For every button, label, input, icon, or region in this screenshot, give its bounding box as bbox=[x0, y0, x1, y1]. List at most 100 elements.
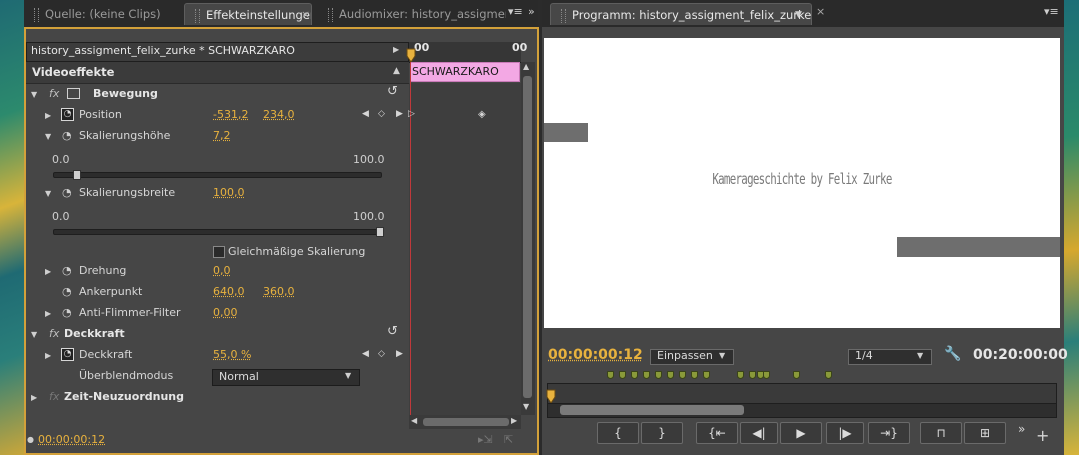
add-button-icon[interactable]: + bbox=[1036, 426, 1049, 445]
timeline-marker[interactable] bbox=[749, 371, 756, 379]
timeline-marker[interactable] bbox=[737, 371, 744, 379]
panel-expand-icon[interactable]: » bbox=[528, 5, 535, 18]
chevron-down-icon[interactable]: ▼ bbox=[795, 4, 802, 25]
stopwatch-icon[interactable]: ◔ bbox=[62, 285, 72, 298]
step-back-button[interactable]: ◀| bbox=[740, 422, 778, 444]
video-frame[interactable]: Kamerageschichte by Felix Zurke bbox=[544, 38, 1060, 328]
scroll-down-icon[interactable]: ▼ bbox=[523, 402, 529, 411]
expand-position-icon[interactable]: ▶ bbox=[45, 111, 51, 120]
timeline-marker[interactable] bbox=[631, 371, 638, 379]
prev-keyframe-icon[interactable]: ◀ bbox=[362, 109, 369, 119]
timeline-marker[interactable] bbox=[691, 371, 698, 379]
sequence-collapse-icon[interactable]: ▶ bbox=[393, 45, 399, 54]
opacity-value[interactable]: 55,0 % bbox=[213, 348, 251, 361]
tab-audiomixer[interactable]: Audiomixer: history_assigment_ bbox=[318, 3, 506, 25]
next-keyframe-icon[interactable]: ▶ bbox=[396, 349, 403, 359]
footer-timecode[interactable]: 00:00:00:12 bbox=[38, 433, 105, 446]
expand-bewegung-icon[interactable]: ▼ bbox=[31, 90, 37, 99]
timeline-marker[interactable] bbox=[679, 371, 686, 379]
scrollbar-thumb[interactable] bbox=[523, 76, 532, 398]
timeline-marker[interactable] bbox=[619, 371, 626, 379]
extract-button[interactable]: ⊞ bbox=[964, 422, 1006, 444]
panel-menu-icon[interactable]: ▾≡ bbox=[508, 5, 523, 18]
export-icon[interactable]: ▸⇲ bbox=[478, 433, 493, 446]
close-icon[interactable]: × bbox=[301, 4, 310, 25]
fx-icon[interactable]: fx bbox=[49, 327, 59, 340]
wrench-icon[interactable]: 🔧 bbox=[944, 346, 961, 362]
zoom-scrollbar[interactable] bbox=[547, 403, 1057, 418]
anchor-y-value[interactable]: 360,0 bbox=[263, 285, 295, 298]
step-forward-button[interactable]: |▶ bbox=[826, 422, 864, 444]
expand-antiflicker-icon[interactable]: ▶ bbox=[45, 309, 51, 318]
stopwatch-icon[interactable]: ◔ bbox=[61, 108, 74, 121]
anchor-x-value[interactable]: 640,0 bbox=[213, 285, 245, 298]
fit-select[interactable]: Einpassen ▼ bbox=[650, 349, 734, 365]
resolution-select[interactable]: 1/4 ▼ bbox=[848, 349, 932, 365]
collapse-up-icon[interactable]: ▲ bbox=[393, 66, 400, 76]
antiflicker-value[interactable]: 0,00 bbox=[213, 306, 238, 319]
stopwatch-icon[interactable]: ◔ bbox=[62, 186, 72, 199]
timeline-marker[interactable] bbox=[607, 371, 614, 379]
timeline-marker[interactable] bbox=[763, 371, 770, 379]
next-keyframe-icon[interactable]: ▶ bbox=[396, 109, 403, 119]
hscroll-thumb[interactable] bbox=[423, 418, 509, 426]
scroll-up-icon[interactable]: ▲ bbox=[523, 62, 529, 71]
prev-keyframe-icon[interactable]: ◀ bbox=[362, 349, 369, 359]
rotation-value[interactable]: 0,0 bbox=[213, 264, 231, 277]
stopwatch-icon[interactable]: ◔ bbox=[62, 306, 72, 319]
scale-height-value[interactable]: 7,2 bbox=[213, 129, 231, 142]
expand-opacity-section-icon[interactable]: ▼ bbox=[31, 330, 37, 339]
scale-height-slider[interactable] bbox=[53, 172, 382, 178]
uniform-scale-checkbox[interactable] bbox=[213, 246, 225, 258]
keyframe-icon[interactable]: ◈ bbox=[478, 109, 486, 120]
scale-width-value[interactable]: 100,0 bbox=[213, 186, 245, 199]
scroll-left-icon[interactable]: ◀ bbox=[411, 416, 417, 425]
expand-scale-height-icon[interactable]: ▼ bbox=[45, 132, 51, 141]
tab-program[interactable]: Programm: history_assigment_felix_zurke … bbox=[550, 3, 812, 25]
timeline-marker[interactable] bbox=[643, 371, 650, 379]
lift-button[interactable]: ⊓ bbox=[920, 422, 962, 444]
reset-icon[interactable]: ↺ bbox=[387, 84, 398, 99]
scale-height-slider-thumb[interactable] bbox=[72, 170, 81, 180]
transform-box-icon[interactable] bbox=[67, 88, 80, 99]
more-controls-icon[interactable]: » bbox=[1018, 422, 1025, 436]
reset-icon[interactable]: ↺ bbox=[387, 324, 398, 339]
scroll-right-icon[interactable]: ▶ bbox=[511, 416, 517, 425]
keyframe-icon[interactable]: ▷ bbox=[408, 109, 415, 119]
vertical-scrollbar[interactable]: ▲ ▼ bbox=[521, 62, 535, 415]
blend-mode-select[interactable]: Normal ▼ bbox=[212, 369, 360, 386]
timeline-marker[interactable] bbox=[703, 371, 710, 379]
position-x-value[interactable]: -531,2 bbox=[213, 108, 248, 121]
tab-effect-controls[interactable]: Effekteinstellungen × bbox=[184, 3, 312, 25]
go-to-out-button[interactable]: ⇥} bbox=[868, 422, 910, 444]
close-icon[interactable]: × bbox=[816, 5, 825, 18]
stopwatch-icon[interactable]: ◔ bbox=[62, 129, 72, 142]
scale-width-slider[interactable] bbox=[53, 229, 382, 235]
panel-menu-icon[interactable]: ▾≡ bbox=[1044, 5, 1059, 18]
horizontal-scrollbar[interactable]: ◀ ▶ bbox=[409, 415, 521, 429]
timeline-marker[interactable] bbox=[655, 371, 662, 379]
snap-icon[interactable]: ⇱ bbox=[504, 433, 513, 446]
zoom-scrollbar-thumb[interactable] bbox=[560, 405, 744, 415]
fx-icon[interactable]: fx bbox=[49, 87, 59, 100]
program-current-time[interactable]: 00:00:00:12 bbox=[548, 347, 643, 363]
scale-width-slider-thumb[interactable] bbox=[376, 227, 384, 237]
play-button[interactable]: ▶ bbox=[780, 422, 822, 444]
position-y-value[interactable]: 234,0 bbox=[263, 108, 295, 121]
go-to-in-button[interactable]: {⇤ bbox=[696, 422, 738, 444]
add-keyframe-icon[interactable]: ◇ bbox=[378, 349, 385, 359]
timeline-marker[interactable] bbox=[793, 371, 800, 379]
expand-scale-width-icon[interactable]: ▼ bbox=[45, 189, 51, 198]
add-keyframe-icon[interactable]: ◇ bbox=[378, 109, 385, 119]
mark-out-button[interactable]: } bbox=[641, 422, 683, 444]
timeline-marker[interactable] bbox=[667, 371, 674, 379]
program-time-ruler[interactable] bbox=[547, 383, 1057, 405]
stopwatch-icon[interactable]: ◔ bbox=[62, 264, 72, 277]
timeline-marker[interactable] bbox=[825, 371, 832, 379]
expand-rotation-icon[interactable]: ▶ bbox=[45, 267, 51, 276]
stopwatch-icon[interactable]: ◔ bbox=[61, 348, 74, 361]
expand-time-remap-icon[interactable]: ▶ bbox=[31, 393, 37, 402]
mark-in-button[interactable]: { bbox=[597, 422, 639, 444]
tab-source[interactable]: Quelle: (keine Clips) bbox=[24, 3, 184, 25]
expand-opacity-icon[interactable]: ▶ bbox=[45, 351, 51, 360]
